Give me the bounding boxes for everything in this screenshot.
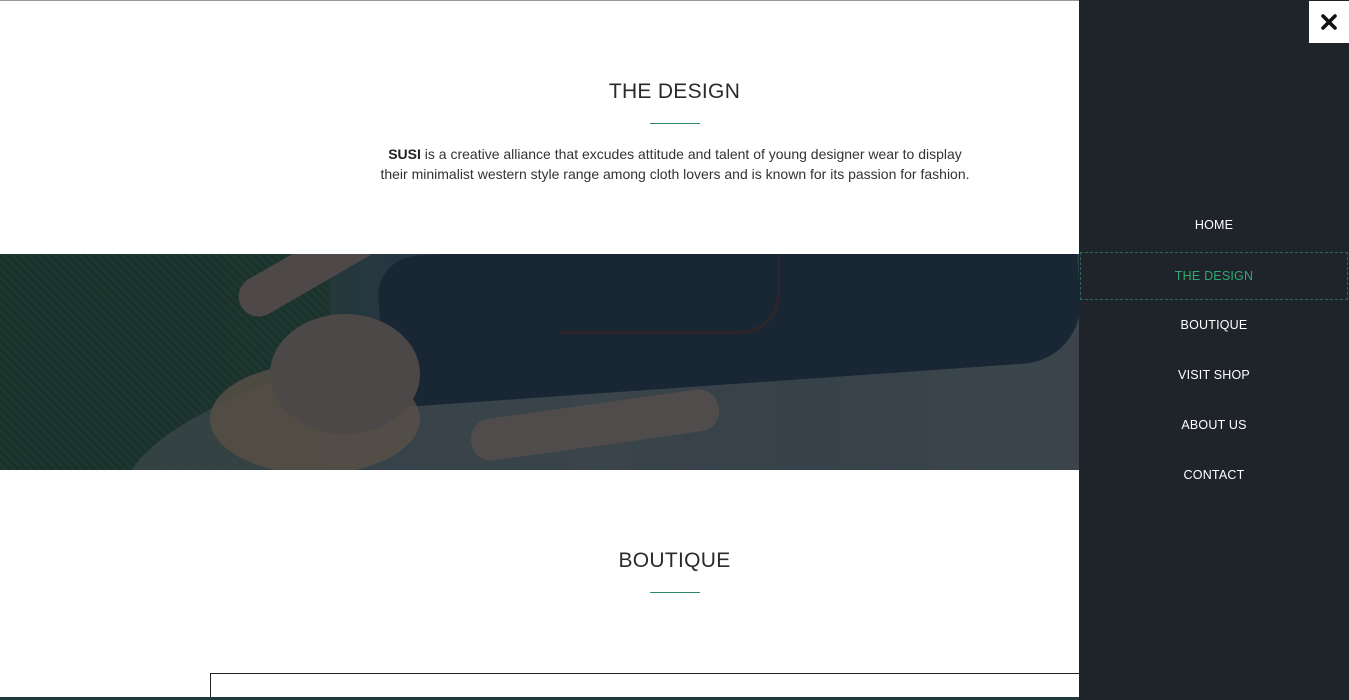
boutique-title-underline (650, 592, 700, 593)
side-navigation: HOME THE DESIGN BOUTIQUE VISIT SHOP ABOU… (1079, 0, 1349, 700)
design-title-underline (650, 123, 700, 124)
close-icon (1321, 14, 1337, 30)
nav-item-the-design[interactable]: THE DESIGN (1080, 252, 1348, 300)
nav-item-about-us[interactable]: ABOUT US (1080, 401, 1348, 449)
intro-line-2: their minimalist western style range amo… (380, 166, 970, 182)
nav-item-contact[interactable]: CONTACT (1080, 451, 1348, 499)
nav-item-visit-shop[interactable]: VISIT SHOP (1080, 351, 1348, 399)
close-menu-button[interactable] (1309, 1, 1349, 43)
boutique-content-frame (210, 673, 1140, 700)
intro-line-1: is a creative alliance that excudes atti… (420, 146, 962, 162)
design-intro-text: SUSI is a creative alliance that excudes… (340, 144, 1010, 184)
brand-name: SUSI (388, 146, 421, 162)
nav-item-boutique[interactable]: BOUTIQUE (1080, 301, 1348, 349)
nav-item-home[interactable]: HOME (1080, 201, 1348, 249)
